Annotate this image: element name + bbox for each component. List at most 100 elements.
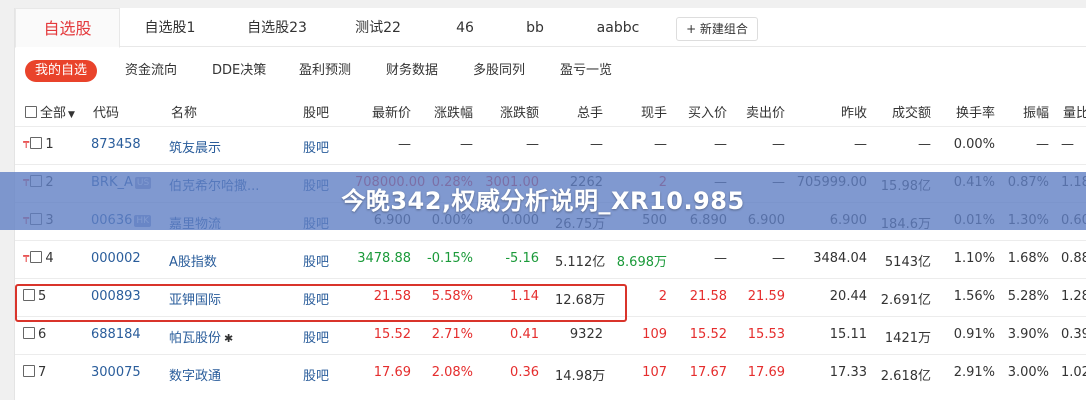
table-row[interactable]: ₸ 1 873458 筑友晨示 股吧 — — — — — — — — —0.00% — — [15,126,1086,164]
cell-volume-ratio: 1.02 [1061,365,1086,380]
select-all-checkbox[interactable]: 全部 ▼ [25,102,75,121]
banner-title: 今晚342,权威分析说明_XR10.985 [341,187,745,215]
stock-code-link[interactable]: 300075 [91,365,141,380]
table-row[interactable]: ₸ 4 000002 A股指数 股吧 3478.88 -0.15% -5.16 5.112亿 8.… [15,240,1086,278]
cell-current: 2 [658,289,667,304]
subtab-capital-flow[interactable]: 资金流向 [125,60,177,82]
cell-volume-ratio: 0.39 [1061,327,1086,342]
cell-prev-close: 20.44 [829,289,867,304]
cell-volume: — [590,137,603,152]
col-current[interactable]: 现手 [627,102,667,121]
forum-link[interactable]: 股吧 [303,365,329,384]
tab-group-6[interactable]: aabbc [593,8,643,46]
table-row[interactable]: 6 688184 帕瓦股份 ✱ 股吧 15.52 2.71% 0.41 9322 109 15.52… [15,316,1086,354]
caret-down-icon[interactable]: ▼ [68,110,75,120]
cell-current: — [654,137,667,152]
col-turnover-rate[interactable]: 换手率 [945,102,995,121]
col-prev-close[interactable]: 昨收 [827,102,867,121]
stock-code[interactable]: 000893 [91,289,141,304]
col-ask[interactable]: 卖出价 [737,102,785,121]
stock-name-link[interactable]: 帕瓦股份 ✱ [169,327,233,346]
subtab-profit-forecast[interactable]: 盈利预测 [299,60,351,82]
stock-name[interactable]: 亚钾国际 [169,293,221,308]
stock-name-link[interactable]: 筑友晨示 [169,137,221,156]
col-amplitude[interactable]: 振幅 [1011,102,1049,121]
cell-prev-close: 15.11 [829,327,867,342]
stock-code[interactable]: 688184 [91,327,141,342]
cell-ask: 21.59 [747,289,785,304]
row-checkbox[interactable] [30,137,43,149]
col-volume-ratio[interactable]: 量比 [1063,102,1086,121]
cell-bid: 15.52 [689,327,727,342]
col-turnover-amt[interactable]: 成交额 [883,102,931,121]
row-select[interactable]: ₸ 1 [23,137,54,152]
cell-current: 109 [642,327,667,342]
cell-change-pct: — [460,137,473,152]
col-bid[interactable]: 买入价 [679,102,727,121]
row-select[interactable]: 7 [23,365,46,380]
row-checkbox[interactable] [23,327,35,339]
cell-current: 8.698万 [616,255,667,270]
tab-group-0[interactable]: 自选股 [15,8,120,48]
tab-group-5[interactable]: bb [515,8,555,46]
cell-volume: 14.98万 [555,369,606,384]
stock-name[interactable]: 数字政通 [169,369,221,384]
cell-bid: — [714,251,727,266]
col-change-pct[interactable]: 涨跌幅 [415,102,473,121]
stock-name-link[interactable]: A股指数 [169,251,217,270]
cell-turnover-rate: 1.10% [953,251,995,266]
subtab-multi-stock[interactable]: 多股同列 [473,60,525,82]
cell-bid: 17.67 [689,365,727,380]
stock-code-link[interactable]: 688184 [91,327,141,342]
cell-volume: 12.68万 [555,293,606,308]
forum-link[interactable]: 股吧 [303,251,329,270]
col-code[interactable]: 代码 [93,102,119,121]
table-row[interactable]: 5 000893 亚钾国际 股吧 21.58 5.58% 1.14 12.68万 2 21.58 2… [15,278,1086,316]
stock-code-link[interactable]: 000893 [91,289,141,304]
cell-turnover-amt: 5143亿 [884,255,931,270]
pin-icon[interactable]: ₸ [23,140,29,151]
forum-link[interactable]: 股吧 [303,327,329,346]
forum-link[interactable]: 股吧 [303,289,329,308]
stock-code[interactable]: 300075 [91,365,141,380]
cell-change-pct: -0.15% [427,251,473,266]
cell-amplitude: — [1036,137,1049,152]
row-select[interactable]: 6 [23,327,46,342]
stock-name-link[interactable]: 亚钾国际 [169,289,221,308]
row-checkbox[interactable] [30,251,43,263]
table-row[interactable]: 7 300075 数字政通 股吧 17.69 2.08% 0.36 14.98万 107 17.6… [15,354,1086,392]
stock-code[interactable]: 873458 [91,137,141,152]
cell-amplitude: 3.00% [1007,365,1049,380]
cell-current: 107 [642,365,667,380]
stock-name-link[interactable]: 数字政通 [169,365,221,384]
col-name[interactable]: 名称 [171,102,197,121]
stock-name[interactable]: 帕瓦股份 [169,331,221,346]
pin-icon[interactable]: ₸ [23,254,29,265]
cell-price: — [398,137,411,152]
tab-group-2[interactable]: 自选股23 [237,8,317,46]
subtab-pnl-overview[interactable]: 盈亏一览 [560,60,612,82]
cell-turnover-rate: 2.91% [953,365,995,380]
new-group-button[interactable]: + 新建组合 [676,17,758,41]
stock-name[interactable]: 筑友晨示 [169,141,221,156]
stock-code-link[interactable]: 000002 [91,251,141,266]
tab-group-1[interactable]: 自选股1 [135,8,205,46]
stock-code[interactable]: 000002 [91,251,141,266]
row-select[interactable]: 5 [23,289,46,304]
col-change[interactable]: 涨跌额 [481,102,539,121]
tab-group-4[interactable]: 46 [445,8,485,46]
subtab-financial-data[interactable]: 财务数据 [386,60,438,82]
col-volume[interactable]: 总手 [561,102,603,121]
stock-name[interactable]: A股指数 [169,255,217,270]
subtab-dde[interactable]: DDE决策 [212,60,266,82]
tab-group-3[interactable]: 测试22 [348,8,408,46]
forum-link[interactable]: 股吧 [303,137,329,156]
cell-turnover-amt: 2.618亿 [880,369,931,384]
checkbox-icon[interactable] [25,106,37,118]
row-select[interactable]: ₸ 4 [23,251,54,266]
row-checkbox[interactable] [23,365,35,377]
row-checkbox[interactable] [23,289,35,301]
subtab-my-watchlist[interactable]: 我的自选 [25,60,98,82]
stock-code-link[interactable]: 873458 [91,137,141,152]
col-price[interactable]: 最新价 [355,102,411,121]
